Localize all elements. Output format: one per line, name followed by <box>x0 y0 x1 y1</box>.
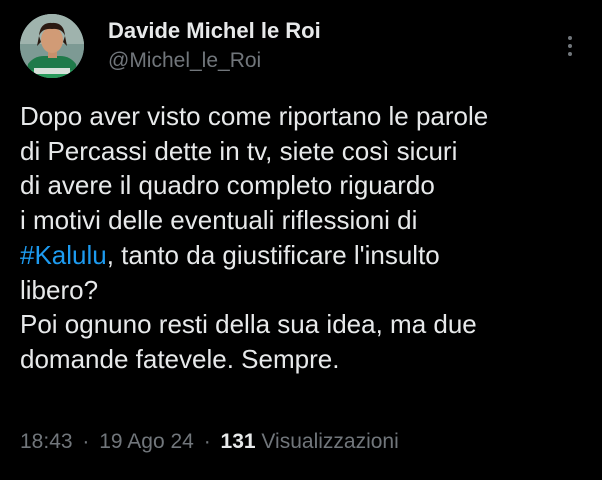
tweet-line: di Percassi dette in tv, siete così sicu… <box>20 135 458 166</box>
tweet-line: domande fatevele. Sempre. <box>20 343 340 374</box>
views-label: Visualizzazioni <box>261 430 399 453</box>
views-count: 131 <box>220 430 256 453</box>
tweet-date[interactable]: 19 Ago 24 <box>99 430 194 453</box>
meta-separator: · <box>203 430 211 453</box>
more-dot <box>568 52 572 56</box>
tweet-card: Davide Michel le Roi @Michel_le_Roi Dopo… <box>0 0 602 480</box>
tweet-line-hashtag: #Kalulu, tanto da giustificare l'insulto <box>20 238 586 273</box>
meta-separator: · <box>82 430 90 453</box>
hashtag-link[interactable]: #Kalulu <box>20 240 107 270</box>
user-handle[interactable]: @Michel_le_Roi <box>108 48 321 74</box>
more-dot <box>568 36 572 40</box>
tweet-time[interactable]: 18:43 <box>20 430 73 453</box>
tweet-line: i motivi delle eventuali riflessioni di <box>20 205 418 236</box>
tweet-meta: 18:43 · 19 Ago 24 · 131 Visualizzazioni <box>20 428 399 456</box>
avatar[interactable] <box>20 14 84 78</box>
tweet-line: Poi ognuno resti della sua idea, ma due <box>20 309 477 340</box>
display-name[interactable]: Davide Michel le Roi <box>108 18 321 44</box>
tweet-text: Dopo aver visto come riportano le parole… <box>20 99 586 377</box>
tweet-line: libero? <box>20 274 99 305</box>
tweet-line: Dopo aver visto come riportano le parole <box>20 101 489 131</box>
tweet-line-rest: , tanto da giustificare l'insulto <box>106 239 440 270</box>
tweet-header: Davide Michel le Roi @Michel_le_Roi <box>20 14 582 84</box>
tweet-line: di avere il quadro completo riguardo <box>20 170 435 201</box>
more-dot <box>568 44 572 48</box>
avatar-image <box>20 14 84 78</box>
author-names: Davide Michel le Roi @Michel_le_Roi <box>108 18 321 74</box>
more-options-icon[interactable] <box>562 36 578 60</box>
